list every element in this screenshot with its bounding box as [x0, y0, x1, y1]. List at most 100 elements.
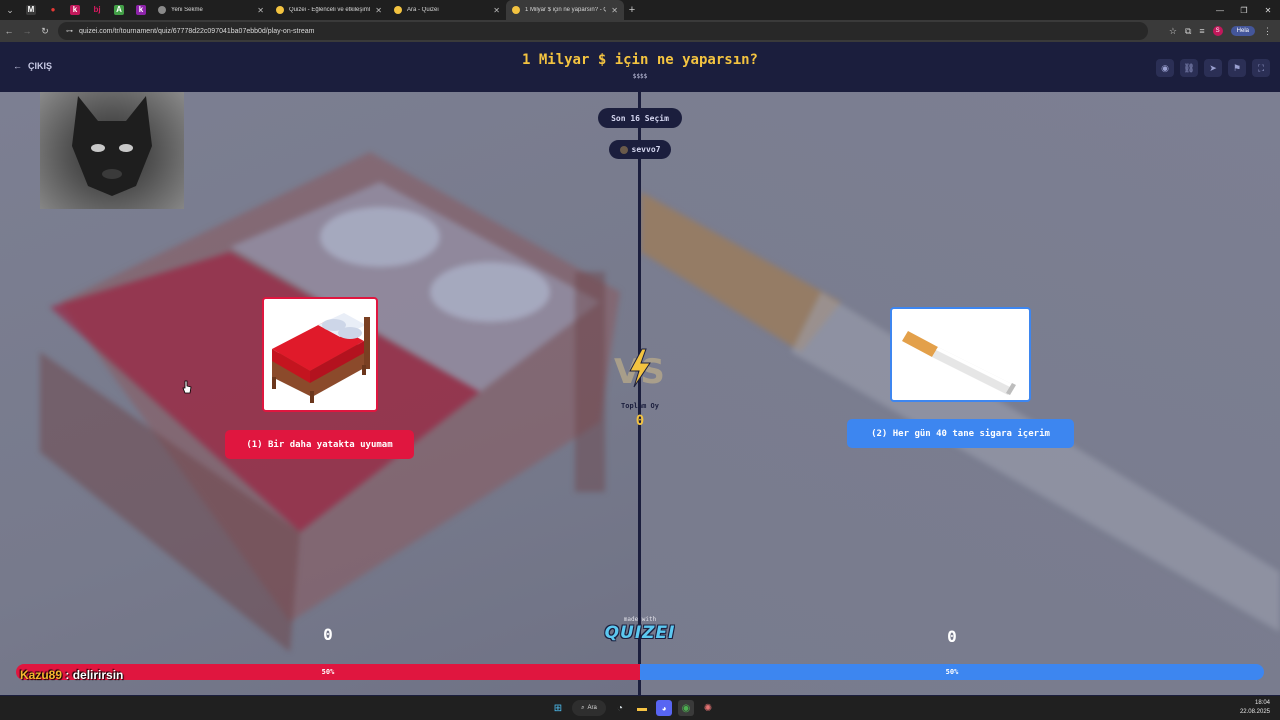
- total-votes-value: 0: [635, 413, 645, 429]
- flag-icon[interactable]: ⚑: [1228, 59, 1246, 77]
- extensions-icon[interactable]: ⧉: [1185, 26, 1191, 37]
- webcam-image: [72, 96, 152, 196]
- search-icon: ⌕: [581, 704, 585, 711]
- header-actions: ◉ ⛓ ➤ ⚑ ⛶: [1156, 59, 1270, 77]
- choice-button-right[interactable]: (2) Her gün 40 tane sigara içerim: [847, 419, 1074, 448]
- taskbar-search[interactable]: ⌕ Ara: [572, 700, 606, 716]
- close-tab-icon[interactable]: ✕: [493, 6, 500, 15]
- profile-button[interactable]: Hela: [1230, 26, 1255, 36]
- quizei-favicon-icon: [276, 6, 284, 14]
- quiz-header: ← ÇIKIŞ 1 Milyar $ için ne yaparsın? $$$…: [0, 42, 1280, 92]
- taskbar-apps: ⊞ ⌕ Ara ◔ ▬ ◕ ◉ ✺: [550, 699, 716, 717]
- browser-tab-strip: ⌄ M ● k bj A k Yeni Sekme ✕ Quizei - Eğl…: [0, 0, 1280, 20]
- chrome-icon[interactable]: ◉: [678, 700, 694, 716]
- tab-title: Yeni Sekme: [171, 7, 203, 13]
- quiz-subtitle: $$$$: [632, 73, 648, 80]
- windows-taskbar: ⊞ ⌕ Ara ◔ ▬ ◕ ◉ ✺ 18:04 22.08.2025: [0, 696, 1280, 720]
- send-icon[interactable]: ➤: [1204, 59, 1222, 77]
- close-tab-icon[interactable]: ✕: [257, 6, 264, 15]
- window-controls: — ❐ ✕: [1208, 0, 1280, 20]
- steam-icon[interactable]: ◔: [612, 700, 628, 716]
- choice-card-right[interactable]: [890, 307, 1031, 402]
- profile-avatar-icon[interactable]: S: [1212, 26, 1223, 36]
- close-tab-icon[interactable]: ✕: [611, 6, 618, 15]
- vs-lightning-icon: VS: [614, 348, 665, 389]
- reload-icon[interactable]: ↻: [36, 26, 54, 37]
- pinned-tab-4[interactable]: bj: [86, 0, 108, 20]
- tab-current-quiz[interactable]: 1 Milyar $ için ne yaparsın? - Q ✕: [506, 0, 624, 20]
- round-badge: Son 16 Seçim: [598, 108, 682, 128]
- pinned-tab-icon: A: [114, 5, 124, 15]
- quizei-logo[interactable]: QUIZEI: [598, 623, 682, 643]
- tab-title: Ara - Quizei: [407, 7, 439, 13]
- bed-icon: [272, 313, 370, 403]
- choice-button-left[interactable]: (1) Bir daha yatakta uyumam: [225, 430, 414, 459]
- url-omnibox[interactable]: ⊶ quizei.com/tr/tournament/quiz/67778d22…: [58, 22, 1148, 40]
- center-divider: [638, 92, 641, 695]
- pinned-tab-icon: k: [70, 5, 80, 15]
- pinned-tab-icon: M: [26, 5, 36, 15]
- pinned-tab-1[interactable]: M: [20, 0, 42, 20]
- discord-icon[interactable]: ◕: [656, 700, 672, 716]
- tab-quizei-search[interactable]: Ara - Quizei ✕: [388, 0, 506, 20]
- chat-overlay-message: Kazu89 : delirirsin: [20, 668, 123, 682]
- clock-time: 18:04: [1254, 700, 1270, 706]
- battle-stage: Son 16 Seçim sevvo7 (1) Bir daha yatakta…: [0, 92, 1280, 695]
- toolbar-actions: ☆ ⧉ ≡ S Hela ⋮: [1169, 22, 1272, 40]
- pinned-tab-icon: ●: [50, 5, 56, 14]
- quizei-favicon-icon: [512, 6, 520, 14]
- chat-separator: :: [62, 668, 73, 682]
- quiz-title: 1 Milyar $ için ne yaparsın?: [521, 52, 758, 68]
- creator-name: sevvo7: [631, 145, 661, 154]
- made-with-label: made with: [623, 616, 657, 623]
- webcam-overlay: [40, 92, 184, 209]
- kebab-menu-icon[interactable]: ⋮: [1263, 26, 1272, 37]
- tab-search-chevron-icon[interactable]: ⌄: [0, 0, 20, 20]
- restore-icon[interactable]: ❐: [1232, 0, 1256, 20]
- tab-new-tab[interactable]: Yeni Sekme ✕: [152, 0, 270, 20]
- close-window-icon[interactable]: ✕: [1256, 0, 1280, 20]
- windows-start-icon[interactable]: ⊞: [550, 700, 566, 716]
- chrome-icon: [158, 6, 166, 14]
- new-tab-plus-icon[interactable]: +: [624, 4, 640, 16]
- creator-badge[interactable]: sevvo7: [609, 140, 671, 159]
- chat-text: delirirsin: [72, 668, 124, 682]
- vote-bar-right: 50%: [640, 664, 1264, 680]
- pinned-tab-3[interactable]: k: [64, 0, 86, 20]
- site-info-icon[interactable]: ⊶: [66, 27, 73, 35]
- media-icon[interactable]: ≡: [1199, 26, 1204, 36]
- pinned-tab-2[interactable]: ●: [42, 0, 64, 20]
- total-votes-label: Toplam Oy: [621, 402, 659, 410]
- eye-icon[interactable]: ◉: [1156, 59, 1174, 77]
- vote-percentage-bar: 50% 50%: [16, 664, 1264, 680]
- pinned-tab-icon: k: [136, 5, 146, 15]
- fullscreen-icon[interactable]: ⛶: [1252, 59, 1270, 77]
- search-label: Ara: [587, 705, 597, 711]
- file-explorer-icon[interactable]: ▬: [634, 700, 650, 716]
- vote-count-right: 0: [947, 627, 957, 646]
- tab-quizei-home[interactable]: Quizei - Eğlenceli ve etkileşimli ✕: [270, 0, 388, 20]
- cigarette-icon: [902, 331, 1016, 395]
- taskbar-clock[interactable]: 18:04 22.08.2025: [1240, 699, 1270, 717]
- app-icon[interactable]: ✺: [700, 700, 716, 716]
- bookmark-star-icon[interactable]: ☆: [1169, 26, 1177, 37]
- chat-username: Kazu89: [20, 668, 63, 682]
- tab-title: Quizei - Eğlenceli ve etkileşimli: [289, 7, 371, 13]
- link-icon[interactable]: ⛓: [1180, 59, 1198, 77]
- clock-date: 22.08.2025: [1239, 709, 1270, 715]
- choice-card-left[interactable]: [262, 297, 378, 412]
- url-text: quizei.com/tr/tournament/quiz/67778d22c0…: [79, 27, 315, 35]
- back-arrow-icon[interactable]: ←: [0, 26, 18, 36]
- pinned-tab-5[interactable]: A: [108, 0, 130, 20]
- quizei-favicon-icon: [394, 6, 402, 14]
- address-toolbar: ← → ↻ ⊶ quizei.com/tr/tournament/quiz/67…: [0, 20, 1280, 42]
- close-tab-icon[interactable]: ✕: [375, 6, 382, 15]
- vote-count-left: 0: [323, 625, 333, 644]
- minimize-icon[interactable]: —: [1208, 0, 1232, 20]
- tab-title: 1 Milyar $ için ne yaparsın? - Q: [525, 7, 607, 13]
- creator-avatar: [619, 145, 628, 154]
- pinned-tab-icon: bj: [93, 5, 101, 14]
- hand-cursor-icon: [182, 380, 192, 394]
- forward-arrow-icon[interactable]: →: [18, 26, 36, 36]
- pinned-tab-6[interactable]: k: [130, 0, 152, 20]
